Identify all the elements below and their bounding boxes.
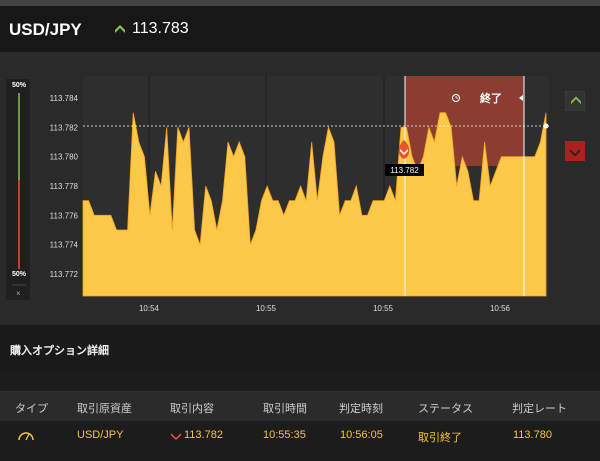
up-arrow-icon <box>115 25 125 33</box>
y-tick-label: 113.782 <box>50 123 79 132</box>
row-time: 10:55:35 <box>263 429 306 441</box>
down-arrow-icon <box>171 433 181 440</box>
section-title-bar: 購入オプション詳細 <box>0 325 600 371</box>
close-icon[interactable]: × <box>16 289 21 298</box>
ratio-top-label: 50% <box>12 82 27 89</box>
y-tick-label: 113.774 <box>50 241 79 250</box>
x-tick-label: 10:55 <box>256 304 277 313</box>
header-content: 取引内容 <box>170 402 214 415</box>
expiry-zone <box>405 76 524 166</box>
current-rate-dot <box>543 123 549 129</box>
price-chart[interactable]: 50% 50% × 終了 113.782 113.784113.782113.7… <box>0 52 600 325</box>
x-tick-label: 10:55 <box>373 304 394 313</box>
x-tick-label: 10:54 <box>139 304 160 313</box>
chevron-down-icon <box>570 149 580 157</box>
header-judge-time: 判定時刻 <box>339 402 383 415</box>
header-asset: 取引原資産 <box>77 402 132 415</box>
row-rate: 113.782 <box>184 429 223 441</box>
header-type: タイプ <box>15 402 48 415</box>
header-status: ステータス <box>418 402 473 415</box>
header-judge-rate: 判定レート <box>512 402 567 415</box>
y-axis: 113.784 113.782 113.780 113.778 113.776 113.7… <box>50 94 79 279</box>
chart-area[interactable]: 50% 50% × 終了 113.782 113.784 113.782 113.7… <box>0 52 600 325</box>
section-title: 購入オプション詳細 <box>10 344 109 357</box>
chevron-up-icon <box>571 96 581 104</box>
gauge-icon <box>18 432 34 441</box>
table-header: タイプ 取引原資産 取引内容 取引時間 判定時刻 ステータス 判定レート <box>0 391 600 421</box>
ratio-bottom-label: 50% <box>12 271 27 278</box>
header-time: 取引時間 <box>263 402 307 415</box>
current-rate: 113.783 <box>132 20 189 37</box>
entry-rate-label: 113.782 <box>390 166 419 175</box>
row-judge-rate: 113.780 <box>513 429 552 441</box>
row-asset: USD/JPY <box>77 429 124 441</box>
row-status: 取引終了 <box>418 431 462 444</box>
y-tick-label: 113.772 <box>50 270 79 279</box>
row-judge-time: 10:56:05 <box>340 429 383 441</box>
ratio-panel <box>6 79 30 300</box>
header: USD/JPY 113.783 <box>0 6 600 52</box>
y-tick-label: 113.778 <box>50 182 79 191</box>
y-tick-label: 113.776 <box>50 211 79 220</box>
y-tick-label: 113.784 <box>50 94 79 103</box>
call-button[interactable] <box>565 91 585 111</box>
currency-pair: USD/JPY <box>9 20 82 39</box>
y-tick-label: 113.780 <box>50 153 79 162</box>
put-button[interactable] <box>565 141 585 161</box>
x-axis: 10:54 10:55 10:55 10:56 <box>139 304 511 313</box>
expiry-label: 終了 <box>480 91 502 105</box>
table-row[interactable]: USD/JPY 113.782 10:55:35 10:56:05 取引終了 1… <box>0 421 600 461</box>
x-tick-label: 10:56 <box>490 304 511 313</box>
